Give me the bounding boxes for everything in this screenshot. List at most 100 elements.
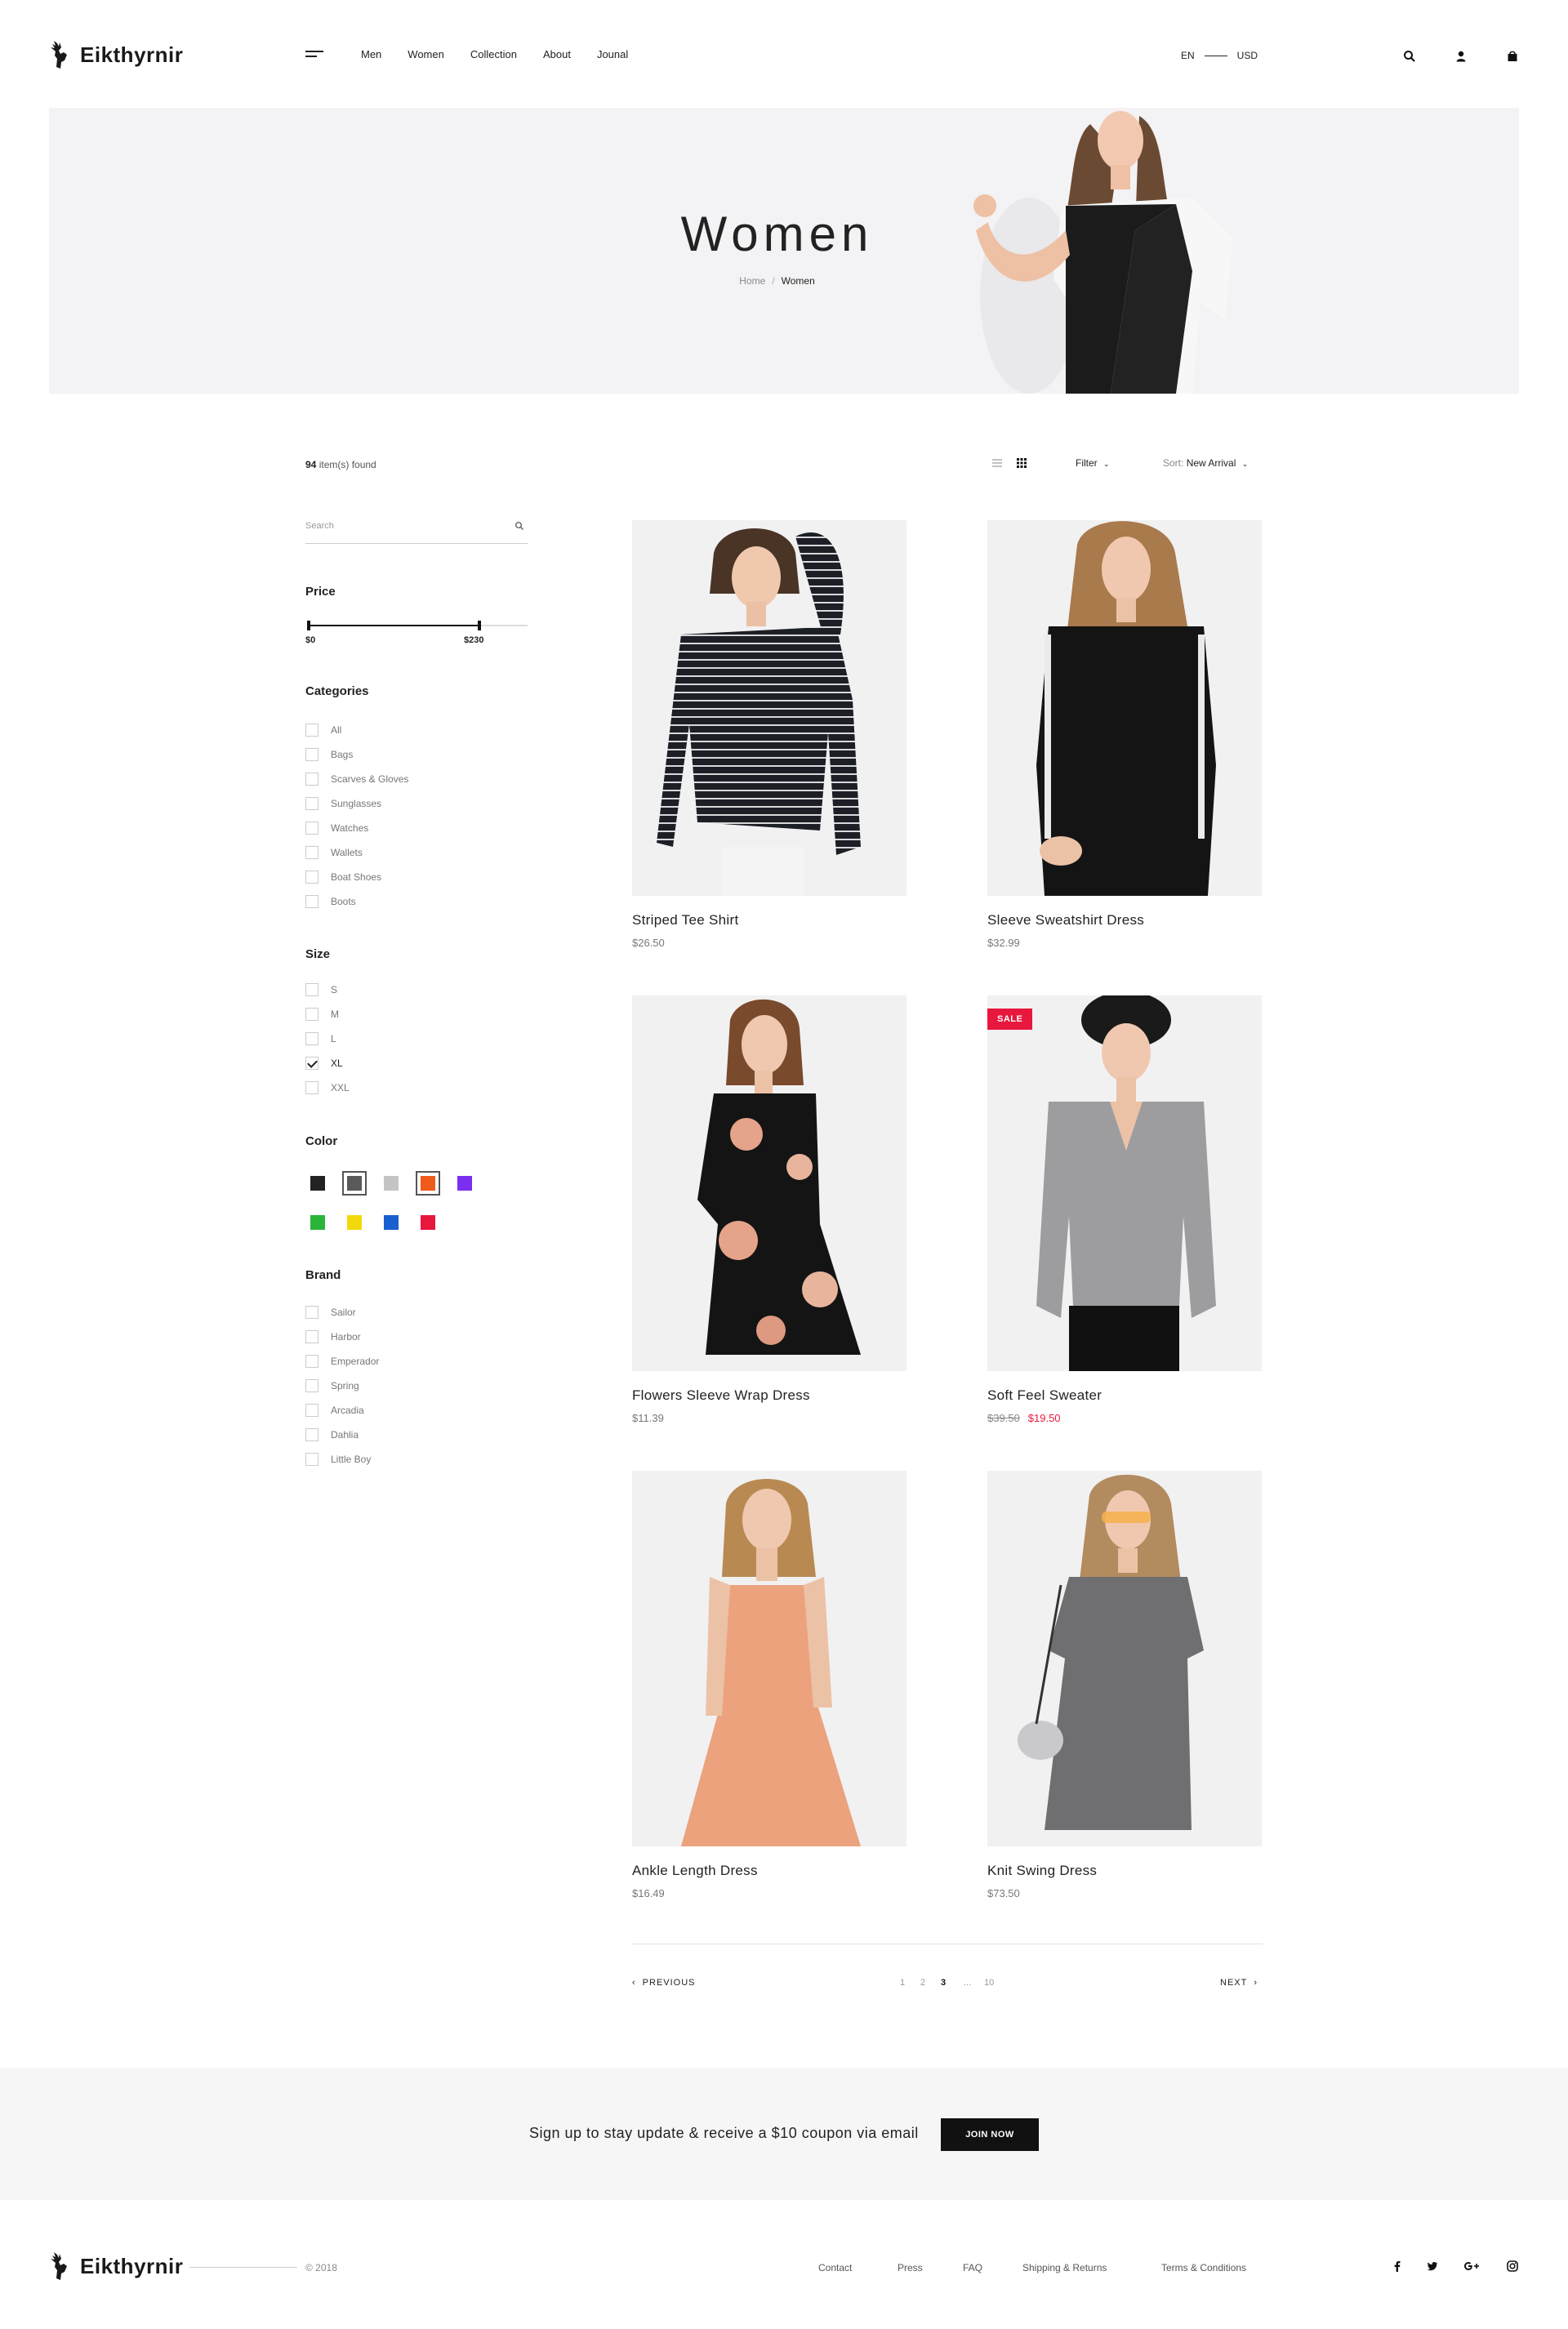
currency-selector[interactable]: USD xyxy=(1237,50,1258,61)
price-slider-min-handle[interactable] xyxy=(307,621,310,630)
previous-page-button[interactable]: ‹ PREVIOUS xyxy=(632,1978,696,1988)
footer-link-press[interactable]: Press xyxy=(898,2262,923,2273)
price-slider[interactable] xyxy=(307,621,528,630)
color-swatch[interactable] xyxy=(305,1210,330,1235)
color-swatch[interactable] xyxy=(379,1210,403,1235)
page-number[interactable]: 10 xyxy=(984,1978,994,1988)
category-option[interactable]: Bags xyxy=(305,742,408,767)
product-name[interactable]: Ankle Length Dress xyxy=(632,1863,906,1879)
size-option[interactable]: L xyxy=(305,1026,350,1051)
product-card[interactable]: Sleeve Sweatshirt Dress $32.99 xyxy=(987,520,1262,949)
nav-item-men[interactable]: Men xyxy=(361,48,381,60)
price-slider-max-handle[interactable] xyxy=(478,621,481,630)
search-icon[interactable] xyxy=(1402,49,1417,64)
size-checkbox[interactable] xyxy=(305,983,318,996)
color-swatch[interactable] xyxy=(342,1171,367,1196)
size-option[interactable]: XXL xyxy=(305,1075,350,1100)
category-option[interactable]: Scarves & Gloves xyxy=(305,767,408,791)
page-number[interactable]: 2 xyxy=(920,1978,925,1988)
footer-link-terms[interactable]: Terms & Conditions xyxy=(1161,2262,1246,2273)
category-checkbox[interactable] xyxy=(305,871,318,884)
product-card[interactable]: Flowers Sleeve Wrap Dress $11.39 xyxy=(632,995,906,1424)
size-checkbox[interactable] xyxy=(305,1008,318,1021)
brand-option[interactable]: Emperador xyxy=(305,1349,379,1374)
category-option[interactable]: Sunglasses xyxy=(305,791,408,816)
instagram-icon[interactable] xyxy=(1507,2260,1518,2272)
page-number[interactable]: 3 xyxy=(941,1978,946,1988)
size-option[interactable]: M xyxy=(305,1002,350,1026)
product-image[interactable] xyxy=(632,995,906,1371)
product-card[interactable]: Ankle Length Dress $16.49 xyxy=(632,1471,906,1899)
product-image[interactable] xyxy=(632,1471,906,1846)
facebook-icon[interactable] xyxy=(1392,2260,1403,2272)
product-name[interactable]: Knit Swing Dress xyxy=(987,1863,1262,1879)
product-image[interactable] xyxy=(987,1471,1262,1846)
category-checkbox[interactable] xyxy=(305,895,318,908)
language-selector[interactable]: EN xyxy=(1181,50,1195,61)
page-number[interactable]: 1 xyxy=(900,1978,905,1988)
product-name[interactable]: Flowers Sleeve Wrap Dress xyxy=(632,1387,906,1404)
category-checkbox[interactable] xyxy=(305,797,318,810)
brand-checkbox[interactable] xyxy=(305,1453,318,1466)
nav-item-about[interactable]: About xyxy=(543,48,571,60)
next-page-button[interactable]: NEXT › xyxy=(1220,1978,1258,1988)
search-input[interactable] xyxy=(305,511,501,541)
brand-logo[interactable]: Eikthyrnir xyxy=(47,39,183,70)
brand-checkbox[interactable] xyxy=(305,1379,318,1392)
nav-item-collection[interactable]: Collection xyxy=(470,48,517,60)
user-icon[interactable] xyxy=(1454,49,1468,64)
category-checkbox[interactable] xyxy=(305,822,318,835)
brand-option[interactable]: Sailor xyxy=(305,1300,379,1325)
category-option[interactable]: Watches xyxy=(305,816,408,840)
color-swatch[interactable] xyxy=(342,1210,367,1235)
product-image[interactable] xyxy=(987,520,1262,896)
google-plus-icon[interactable] xyxy=(1463,2260,1480,2272)
twitter-icon[interactable] xyxy=(1427,2260,1438,2272)
product-name[interactable]: Soft Feel Sweater xyxy=(987,1387,1262,1404)
category-option[interactable]: Wallets xyxy=(305,840,408,865)
color-swatch[interactable] xyxy=(416,1171,440,1196)
color-swatch[interactable] xyxy=(452,1171,477,1196)
product-image[interactable]: SALE xyxy=(987,995,1262,1371)
footer-link-faq[interactable]: FAQ xyxy=(963,2262,982,2273)
filter-dropdown[interactable]: Filter ⌄ xyxy=(1076,457,1110,469)
nav-item-women[interactable]: Women xyxy=(408,48,444,60)
size-option[interactable]: XL xyxy=(305,1051,350,1075)
footer-logo[interactable]: Eikthyrnir xyxy=(47,2251,183,2282)
grid-view-icon[interactable] xyxy=(1016,457,1027,469)
brand-checkbox[interactable] xyxy=(305,1330,318,1343)
category-checkbox[interactable] xyxy=(305,748,318,761)
footer-link-contact[interactable]: Contact xyxy=(818,2262,852,2273)
size-checkbox[interactable] xyxy=(305,1057,318,1070)
color-swatch[interactable] xyxy=(305,1171,330,1196)
list-view-icon[interactable] xyxy=(991,457,1003,469)
size-checkbox[interactable] xyxy=(305,1081,318,1094)
size-checkbox[interactable] xyxy=(305,1032,318,1045)
nav-item-journal[interactable]: Jounal xyxy=(597,48,628,60)
category-option[interactable]: All xyxy=(305,718,408,742)
search-icon[interactable] xyxy=(514,521,524,531)
color-swatch[interactable] xyxy=(379,1171,403,1196)
product-card[interactable]: Striped Tee Shirt $26.50 xyxy=(632,520,906,949)
category-checkbox[interactable] xyxy=(305,846,318,859)
product-name[interactable]: Sleeve Sweatshirt Dress xyxy=(987,912,1262,928)
cart-icon[interactable] xyxy=(1505,49,1520,64)
brand-checkbox[interactable] xyxy=(305,1306,318,1319)
footer-link-shipping[interactable]: Shipping & Returns xyxy=(1022,2262,1107,2273)
category-checkbox[interactable] xyxy=(305,773,318,786)
sort-dropdown[interactable]: Sort: New Arrival ⌄ xyxy=(1163,457,1248,469)
brand-checkbox[interactable] xyxy=(305,1404,318,1417)
breadcrumb-home[interactable]: Home xyxy=(739,275,765,287)
brand-option[interactable]: Harbor xyxy=(305,1325,379,1349)
menu-icon[interactable] xyxy=(305,51,323,62)
brand-option[interactable]: Little Boy xyxy=(305,1447,379,1472)
product-card[interactable]: Knit Swing Dress $73.50 xyxy=(987,1471,1262,1899)
product-name[interactable]: Striped Tee Shirt xyxy=(632,912,906,928)
color-swatch[interactable] xyxy=(416,1210,440,1235)
size-option[interactable]: S xyxy=(305,977,350,1002)
product-card[interactable]: SALE Soft Feel Sweater $39.50 $19.50 xyxy=(987,995,1262,1424)
brand-checkbox[interactable] xyxy=(305,1428,318,1441)
brand-option[interactable]: Arcadia xyxy=(305,1398,379,1423)
brand-option[interactable]: Dahlia xyxy=(305,1423,379,1447)
product-image[interactable] xyxy=(632,520,906,896)
